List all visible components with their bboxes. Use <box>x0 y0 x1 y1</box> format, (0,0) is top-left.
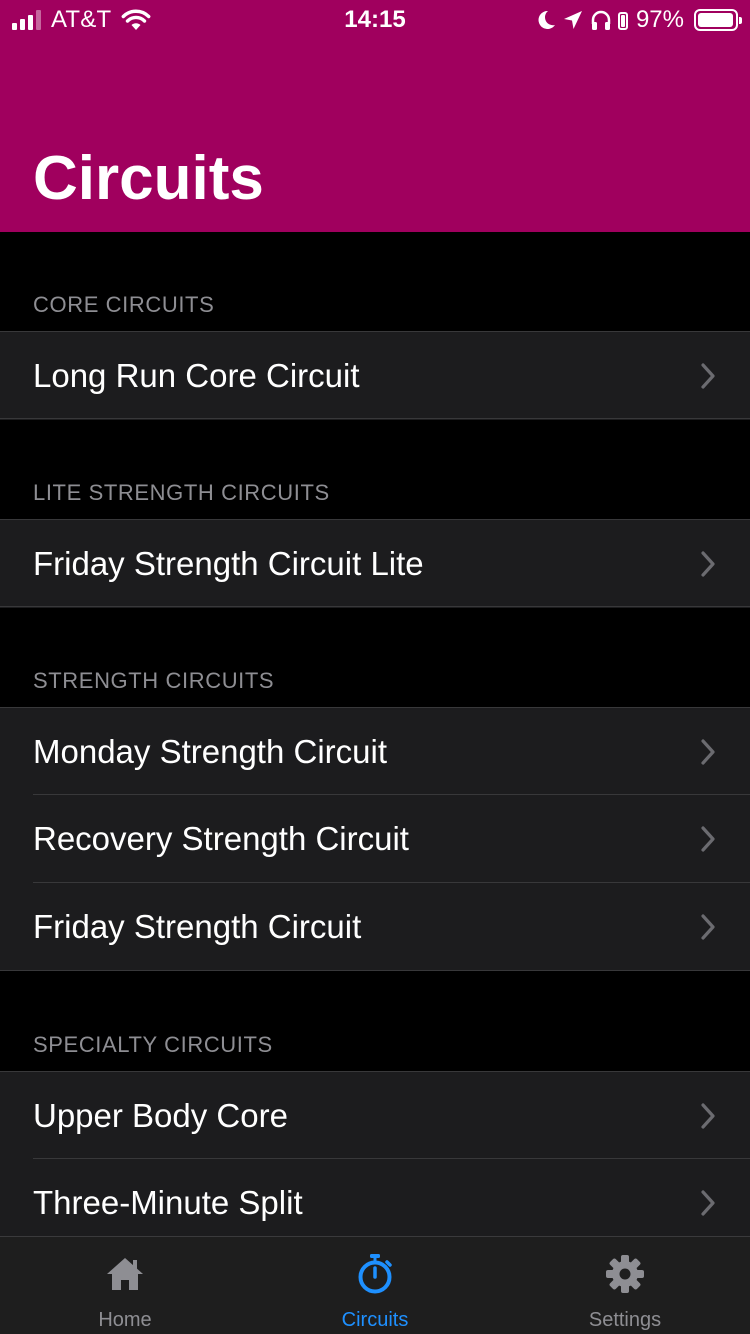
divider <box>0 970 750 971</box>
divider <box>0 606 750 607</box>
list-item-label: Friday Strength Circuit <box>33 908 362 945</box>
tab-circuits[interactable]: Circuits <box>250 1237 500 1334</box>
list-item-label: Long Run Core Circuit <box>33 357 360 394</box>
battery-cap <box>739 17 742 24</box>
list-item-friday-strength-circuit[interactable]: Friday Strength Circuit <box>0 883 750 971</box>
battery-icon <box>694 9 742 31</box>
list-item-label: Recovery Strength Circuit <box>33 820 409 857</box>
list-item-upper-body-core[interactable]: Upper Body Core <box>0 1072 750 1160</box>
tab-settings-label: Settings <box>588 1309 662 1331</box>
chevron-right-icon <box>701 363 715 389</box>
tab-circuits-label: Circuits <box>341 1309 409 1331</box>
list-item-recovery-strength-circuit[interactable]: Recovery Strength Circuit <box>0 795 750 883</box>
list-item-label: Friday Strength Circuit Lite <box>33 545 424 582</box>
list-item-long-run-core-circuit[interactable]: Long Run Core Circuit <box>0 332 750 420</box>
divider <box>0 418 750 419</box>
chevron-right-icon <box>701 551 715 577</box>
list-item-monday-strength-circuit[interactable]: Monday Strength Circuit <box>0 708 750 796</box>
list-item-label: Monday Strength Circuit <box>33 733 387 770</box>
header: AT&T 14:15 97% Circuits <box>0 0 750 232</box>
home-icon <box>107 1258 143 1290</box>
status-bar: AT&T 14:15 97% <box>0 0 750 40</box>
list-item-friday-strength-circuit-lite[interactable]: Friday Strength Circuit Lite <box>0 520 750 608</box>
chevron-right-icon <box>701 914 715 940</box>
location-arrow-icon <box>563 11 582 29</box>
headphones-icon <box>591 10 611 30</box>
tab-home-label: Home <box>98 1309 152 1331</box>
chevron-right-icon <box>701 1103 715 1129</box>
page-title: Circuits <box>33 144 264 213</box>
tab-bar: Home Circuits Settings <box>0 1236 750 1334</box>
section-header-specialty: SPECIALTY CIRCUITS <box>33 1032 273 1057</box>
list-item-label: Upper Body Core <box>33 1097 288 1134</box>
list-item-three-minute-split[interactable]: Three-Minute Split <box>0 1159 750 1236</box>
circuit-list[interactable]: CORE CIRCUITS Long Run Core Circuit LITE… <box>0 232 750 1236</box>
battery-percent: 97% <box>635 6 684 33</box>
tab-settings[interactable]: Settings <box>500 1237 750 1334</box>
list-item-label: Three-Minute Split <box>33 1184 303 1221</box>
section-header-lite-strength: LITE STRENGTH CIRCUITS <box>33 480 330 505</box>
stopwatch-icon <box>358 1254 392 1294</box>
chevron-right-icon <box>701 1190 715 1216</box>
chevron-right-icon <box>701 739 715 765</box>
section-header-core: CORE CIRCUITS <box>33 292 215 317</box>
battery-fill <box>698 13 733 27</box>
gear-icon <box>606 1255 644 1293</box>
chevron-right-icon <box>701 826 715 852</box>
orientation-lock-icon <box>617 12 628 30</box>
moon-icon <box>538 10 555 29</box>
tab-home[interactable]: Home <box>0 1237 250 1334</box>
section-header-strength: STRENGTH CIRCUITS <box>33 668 275 693</box>
